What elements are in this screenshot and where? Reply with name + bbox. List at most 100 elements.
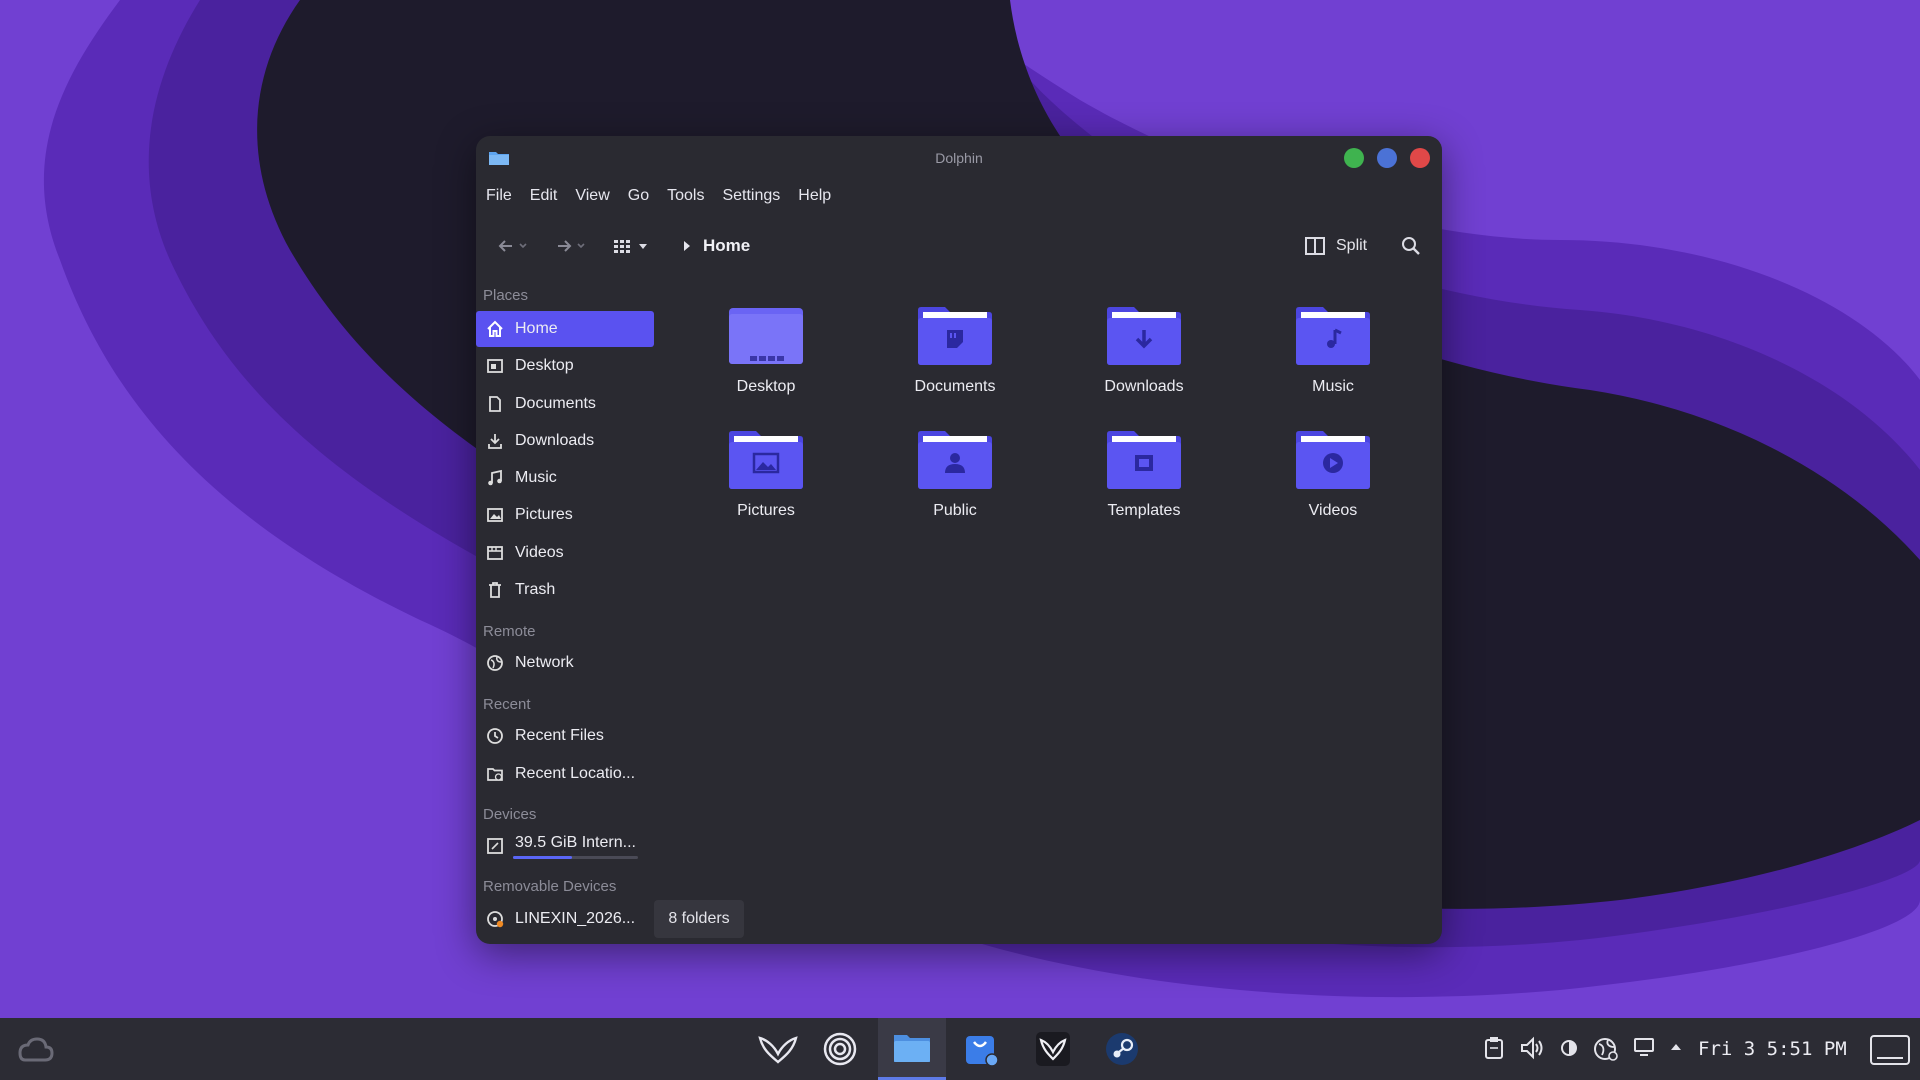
forward-button[interactable] bbox=[554, 226, 588, 266]
menu-go[interactable]: Go bbox=[619, 184, 658, 210]
sidebar-item-desktop[interactable]: Desktop bbox=[476, 348, 654, 384]
titlebar[interactable]: Dolphin bbox=[476, 136, 1442, 180]
target-icon bbox=[823, 1032, 857, 1066]
public-folder-icon bbox=[918, 431, 992, 489]
view-mode-button[interactable] bbox=[612, 226, 652, 266]
network-icon bbox=[485, 653, 505, 673]
close-button[interactable] bbox=[1410, 148, 1430, 168]
sidebar-item-internal-drive[interactable]: 39.5 GiB Intern... bbox=[476, 826, 654, 866]
folder-item-music[interactable]: Music bbox=[1258, 306, 1408, 416]
download-icon bbox=[485, 431, 505, 451]
menu-edit[interactable]: Edit bbox=[521, 184, 567, 210]
menu-tools[interactable]: Tools bbox=[658, 184, 713, 210]
folder-item-templates[interactable]: Templates bbox=[1069, 430, 1219, 540]
cloud-launcher-button[interactable] bbox=[12, 1026, 58, 1072]
menu-help[interactable]: Help bbox=[789, 184, 840, 210]
network-globe-icon bbox=[1594, 1038, 1618, 1061]
disc-icon bbox=[485, 909, 505, 929]
sidebar-item-label: 39.5 GiB Intern... bbox=[515, 834, 636, 851]
sidebar-item-pictures[interactable]: Pictures bbox=[476, 497, 654, 533]
show-desktop-icon bbox=[1870, 1035, 1910, 1065]
search-button[interactable] bbox=[1400, 226, 1422, 266]
breadcrumb-arrow-icon bbox=[684, 241, 690, 251]
sidebar-item-trash[interactable]: Trash bbox=[476, 572, 654, 608]
taskbar: Fri 3 5:51 PM bbox=[0, 1018, 1920, 1080]
sidebar-item-recent-locations[interactable]: Recent Locatio... bbox=[476, 756, 654, 792]
folder-label: Music bbox=[1312, 378, 1354, 395]
music-folder-icon bbox=[1296, 307, 1370, 365]
drive-icon bbox=[485, 836, 505, 856]
steam-app-button[interactable] bbox=[1099, 1026, 1145, 1072]
breadcrumb[interactable]: Home bbox=[703, 236, 750, 256]
sidebar-item-label: Home bbox=[515, 320, 558, 337]
tray-expand-button[interactable] bbox=[1669, 1040, 1683, 1058]
recent-heading: Recent bbox=[483, 696, 531, 713]
network-tray-button[interactable] bbox=[1592, 1036, 1620, 1067]
sidebar-item-network[interactable]: Network bbox=[476, 645, 654, 681]
menubar: File Edit View Go Tools Settings Help bbox=[486, 184, 840, 210]
sidebar-item-label: LINEXIN_2026... bbox=[515, 910, 636, 927]
trash-icon bbox=[485, 580, 505, 600]
search-icon bbox=[1402, 237, 1420, 255]
steam-icon bbox=[1106, 1033, 1138, 1065]
pictures-folder-icon bbox=[729, 431, 803, 489]
speaker-icon bbox=[1521, 1036, 1543, 1060]
display-tray-button[interactable] bbox=[1633, 1036, 1655, 1063]
sidebar-item-label: Pictures bbox=[515, 506, 573, 523]
sidebar-item-recent-files[interactable]: Recent Files bbox=[476, 718, 654, 754]
sidebar-item-videos[interactable]: Videos bbox=[476, 535, 654, 571]
folder-item-videos[interactable]: Videos bbox=[1258, 430, 1408, 540]
linexin-center-button[interactable] bbox=[1030, 1026, 1076, 1072]
videos-folder-icon bbox=[1296, 431, 1370, 489]
linexin-app-button[interactable] bbox=[755, 1026, 801, 1072]
sidebar-item-downloads[interactable]: Downloads bbox=[476, 423, 654, 459]
downloads-folder-icon bbox=[1107, 307, 1181, 365]
dolphin-window: Dolphin File Edit View Go Tools Settings… bbox=[476, 136, 1442, 944]
arrow-right-icon bbox=[558, 240, 585, 252]
desktop-icon bbox=[485, 356, 505, 376]
window-title: Dolphin bbox=[935, 150, 983, 166]
picture-icon bbox=[485, 505, 505, 525]
chevron-up-icon bbox=[1671, 1044, 1681, 1050]
folder-item-downloads[interactable]: Downloads bbox=[1069, 306, 1219, 416]
dolphin-taskbar-button[interactable] bbox=[878, 1018, 946, 1080]
clock-icon bbox=[485, 726, 505, 746]
sidebar-item-removable-disc[interactable]: LINEXIN_2026... bbox=[476, 901, 654, 937]
monitor-icon bbox=[1634, 1038, 1654, 1056]
folder-item-public[interactable]: Public bbox=[880, 430, 1030, 540]
folder-item-pictures[interactable]: Pictures bbox=[691, 430, 841, 540]
volume-tray-button[interactable] bbox=[1519, 1036, 1545, 1065]
menu-settings[interactable]: Settings bbox=[713, 184, 789, 210]
minimize-button[interactable] bbox=[1344, 148, 1364, 168]
store-app-button[interactable] bbox=[958, 1026, 1004, 1072]
brightness-tray-button[interactable] bbox=[1557, 1036, 1581, 1065]
documents-folder-icon bbox=[918, 307, 992, 365]
folder-label: Downloads bbox=[1104, 378, 1184, 395]
clock[interactable]: Fri 3 5:51 PM bbox=[1698, 1038, 1847, 1060]
clipboard-tray-button[interactable] bbox=[1483, 1036, 1505, 1065]
folder-label: Desktop bbox=[736, 378, 796, 395]
folder-label: Pictures bbox=[737, 502, 795, 519]
maximize-button[interactable] bbox=[1377, 148, 1397, 168]
menu-view[interactable]: View bbox=[566, 184, 618, 210]
sidebar-item-label: Documents bbox=[515, 395, 596, 412]
sidebar-item-label: Trash bbox=[515, 581, 556, 598]
sidebar-item-home[interactable]: Home bbox=[476, 311, 654, 347]
sidebar-item-music[interactable]: Music bbox=[476, 460, 654, 496]
sidebar-item-documents[interactable]: Documents bbox=[476, 386, 654, 422]
sidebar-item-label: Network bbox=[515, 654, 574, 671]
folder-item-documents[interactable]: Documents bbox=[880, 306, 1030, 416]
devices-heading: Devices bbox=[483, 806, 537, 823]
back-button[interactable] bbox=[496, 226, 530, 266]
home-icon bbox=[485, 319, 505, 339]
menu-file[interactable]: File bbox=[486, 184, 521, 210]
folder-item-desktop[interactable]: Desktop bbox=[691, 306, 841, 416]
split-button[interactable]: Split bbox=[1304, 226, 1367, 266]
grid-icon bbox=[614, 240, 647, 253]
target-app-button[interactable] bbox=[817, 1026, 863, 1072]
folder-icon bbox=[894, 1034, 930, 1062]
split-view-icon bbox=[1305, 237, 1325, 255]
show-desktop-button[interactable] bbox=[1869, 1034, 1911, 1071]
remote-heading: Remote bbox=[483, 623, 536, 640]
sidebar-item-label: Downloads bbox=[515, 432, 595, 449]
